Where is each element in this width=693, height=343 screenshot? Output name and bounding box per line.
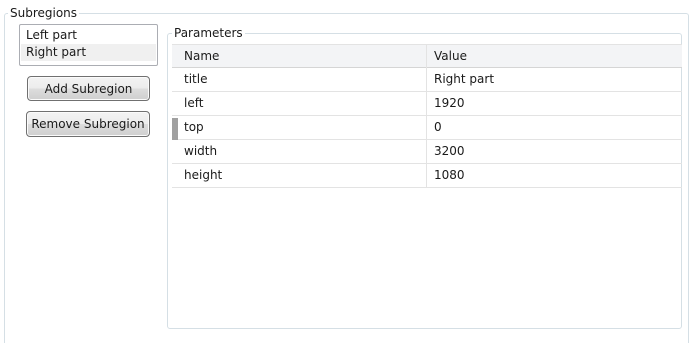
list-item-right-part[interactable]: Right part <box>21 44 156 61</box>
grid-header-row: Name Value <box>172 44 682 68</box>
param-value-cell[interactable]: 1920 <box>434 92 465 115</box>
param-name-cell: top <box>184 120 204 134</box>
column-divider <box>426 92 427 115</box>
current-row-indicator <box>172 118 178 140</box>
grid-row-title[interactable]: title Right part <box>172 68 682 92</box>
param-value-cell[interactable]: 1080 <box>434 164 465 187</box>
column-header-value[interactable]: Value <box>434 45 467 68</box>
subregions-legend: Subregions <box>8 6 80 21</box>
subregion-list[interactable]: Left part Right part <box>19 24 158 66</box>
column-divider <box>426 140 427 163</box>
param-name-cell: title <box>184 72 208 86</box>
param-value-cell[interactable]: 0 <box>434 116 442 139</box>
list-item-left-part[interactable]: Left part <box>21 27 156 44</box>
parameters-grid[interactable]: Name Value title Right part left 1920 to… <box>172 44 682 194</box>
param-name-cell: width <box>184 144 218 158</box>
column-divider <box>426 164 427 187</box>
column-divider <box>426 45 427 68</box>
grid-row-height[interactable]: height 1080 <box>172 164 682 188</box>
column-divider <box>426 68 427 91</box>
grid-row-top[interactable]: top 0 <box>172 116 682 140</box>
param-value-cell[interactable]: Right part <box>434 68 494 91</box>
param-name-cell: left <box>184 96 204 110</box>
param-value-cell[interactable]: 3200 <box>434 140 465 163</box>
add-subregion-button[interactable]: Add Subregion <box>27 76 150 101</box>
grid-row-width[interactable]: width 3200 <box>172 140 682 164</box>
column-divider <box>426 116 427 139</box>
parameters-legend: Parameters <box>172 26 245 41</box>
column-header-name[interactable]: Name <box>184 45 219 68</box>
param-name-cell: height <box>184 168 223 182</box>
grid-row-left[interactable]: left 1920 <box>172 92 682 116</box>
remove-subregion-button[interactable]: Remove Subregion <box>26 111 150 137</box>
